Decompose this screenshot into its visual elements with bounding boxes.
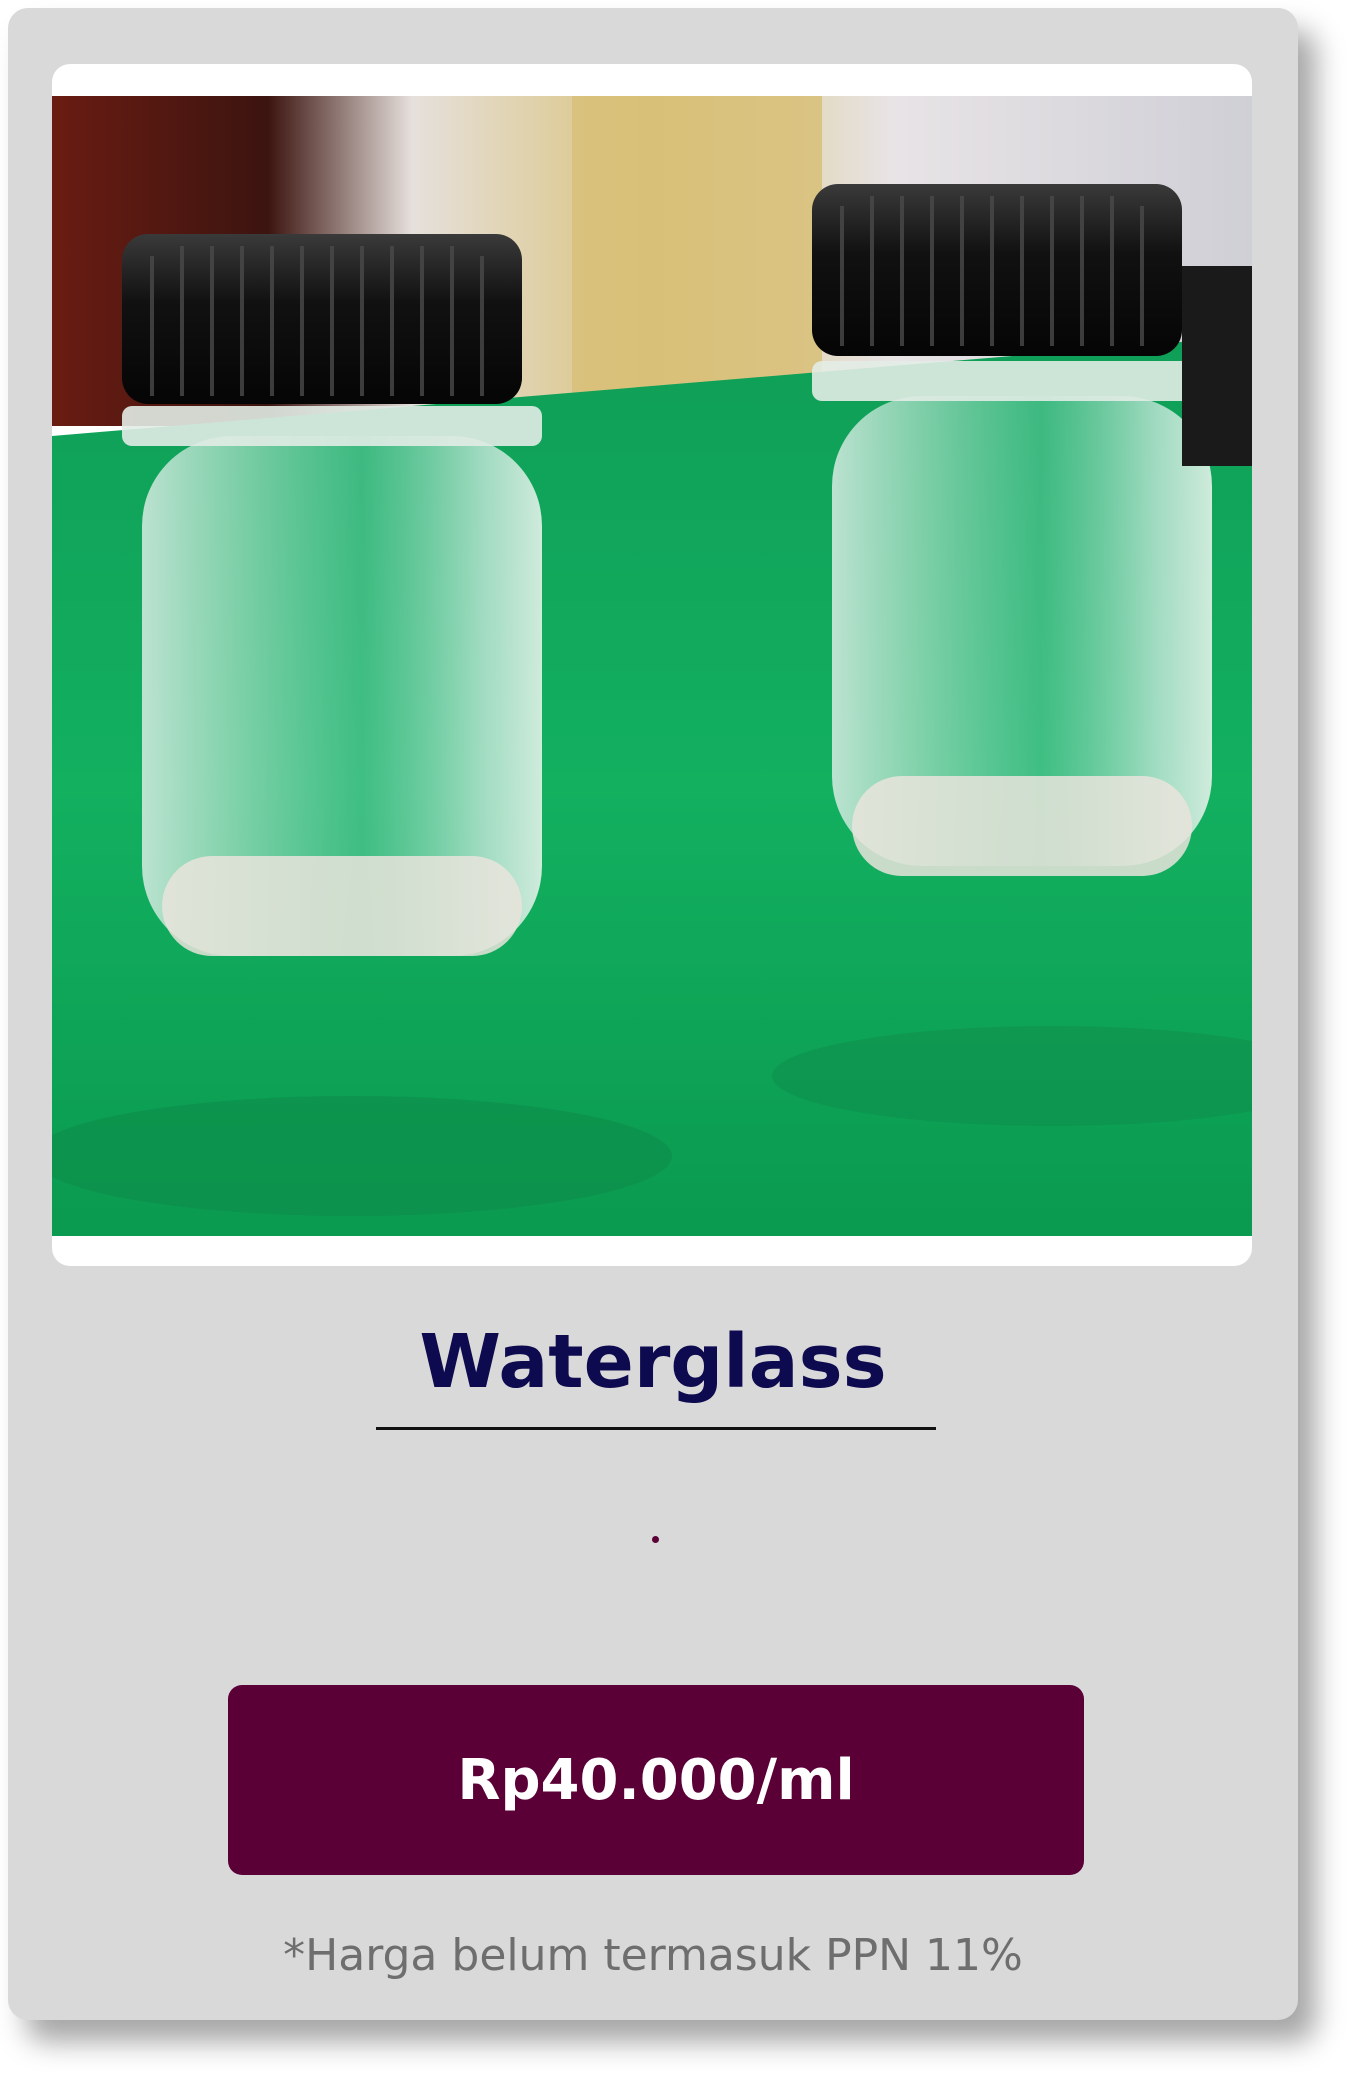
right-bottle [812,184,1252,876]
product-photo [52,96,1252,1236]
price-note: *Harga belum termasuk PPN 11% [283,1930,1023,1981]
product-image[interactable] [52,64,1252,1266]
product-card: Waterglass Rp40.000/ml *Harga belum term… [8,8,1298,2020]
left-bottle [122,234,542,956]
title-underline [376,1427,936,1430]
product-title: Waterglass [419,1319,887,1405]
price-button[interactable]: Rp40.000/ml [228,1685,1084,1875]
separator-dot [652,1536,659,1543]
